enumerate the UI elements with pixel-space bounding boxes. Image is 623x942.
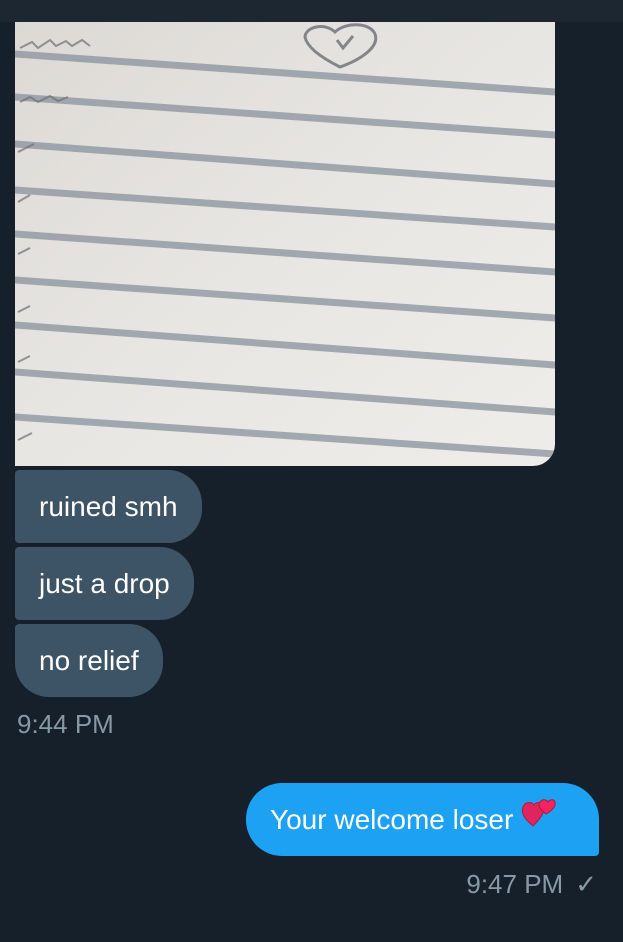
- image-message[interactable]: [15, 22, 555, 466]
- incoming-message[interactable]: just a drop: [15, 547, 194, 620]
- message-text: Your welcome loser: [270, 804, 514, 835]
- notebook-photo: [15, 22, 555, 466]
- incoming-message[interactable]: no relief: [15, 624, 163, 697]
- outgoing-message[interactable]: Your welcome loser: [246, 783, 599, 856]
- message-text: ruined smh: [39, 491, 178, 522]
- header-bar: [0, 0, 623, 22]
- message-text: no relief: [39, 645, 139, 676]
- incoming-message[interactable]: ruined smh: [15, 470, 202, 543]
- outgoing-meta: 9:47 PM ✓: [466, 868, 597, 900]
- checkmark-icon: ✓: [575, 869, 597, 899]
- incoming-timestamp: 9:44 PM: [17, 709, 114, 739]
- message-text: just a drop: [39, 568, 170, 599]
- outgoing-timestamp: 9:47 PM: [466, 869, 564, 899]
- two-hearts-icon: [521, 782, 557, 855]
- dm-conversation-screen: ruined smh just a drop no relief 9:44 PM…: [0, 0, 623, 942]
